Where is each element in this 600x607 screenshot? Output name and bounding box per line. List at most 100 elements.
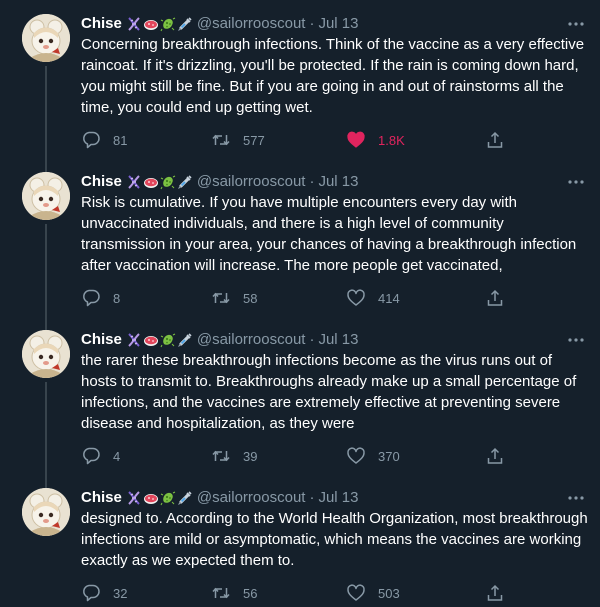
name-emojis <box>126 332 194 348</box>
petri-dish-icon <box>143 16 159 32</box>
tweet-date[interactable]: Jul 13 <box>318 172 358 192</box>
like-button[interactable]: 414 <box>346 288 400 308</box>
like-button[interactable]: 370 <box>346 446 400 466</box>
display-name[interactable]: Chise <box>81 330 122 350</box>
name-emojis <box>126 490 194 506</box>
thread-line <box>45 66 47 172</box>
more-button[interactable] <box>566 330 586 350</box>
retweet-icon <box>211 288 231 308</box>
retweet-button[interactable]: 39 <box>211 446 257 466</box>
thread-line <box>45 382 47 488</box>
syringe-icon <box>177 174 193 190</box>
retweet-count: 577 <box>243 132 265 148</box>
share-button[interactable] <box>485 288 517 308</box>
dna-icon <box>126 174 142 190</box>
reply-button[interactable]: 4 <box>81 446 120 466</box>
user-handle[interactable]: @sailorrooscout <box>197 14 306 34</box>
name-emojis <box>126 174 194 190</box>
tweet-date[interactable]: Jul 13 <box>318 14 358 34</box>
retweet-icon <box>211 583 231 603</box>
tweet-actions: 8 58 414 <box>81 288 511 308</box>
more-button[interactable] <box>566 172 586 192</box>
retweet-icon <box>211 130 231 150</box>
syringe-icon <box>177 490 193 506</box>
avatar[interactable] <box>22 14 70 62</box>
more-button[interactable] <box>566 14 586 34</box>
tweet-actions: 81 577 1.8K <box>81 130 511 150</box>
separator-dot: · <box>309 489 315 506</box>
share-button[interactable] <box>485 130 517 150</box>
retweet-count: 39 <box>243 448 258 464</box>
like-button[interactable]: 1.8K <box>346 130 405 150</box>
reply-count: 8 <box>113 290 121 306</box>
heart-icon <box>346 288 366 308</box>
dna-icon <box>126 332 142 348</box>
thread-line <box>45 224 47 330</box>
reply-button[interactable]: 8 <box>81 288 120 308</box>
dna-icon <box>126 16 142 32</box>
user-handle[interactable]: @sailorrooscout <box>197 330 306 350</box>
more-icon <box>566 488 586 508</box>
like-count: 1.8K <box>378 132 405 148</box>
tweet-header: Chise @sailorrooscout · Jul 13 <box>81 14 359 34</box>
heart-icon <box>346 130 366 150</box>
retweet-count: 56 <box>243 585 258 601</box>
reply-count: 81 <box>113 132 128 148</box>
microbe-icon <box>160 490 176 506</box>
tweet-header: Chise @sailorrooscout · Jul 13 <box>81 330 359 350</box>
more-icon <box>566 330 586 350</box>
heart-icon <box>346 446 366 466</box>
petri-dish-icon <box>143 174 159 190</box>
share-icon <box>485 288 505 308</box>
avatar[interactable] <box>22 488 70 536</box>
like-count: 414 <box>378 290 400 306</box>
tweet-text: Concerning breakthrough infections. Thin… <box>81 36 585 116</box>
reply-icon <box>81 288 101 308</box>
display-name[interactable]: Chise <box>81 488 122 508</box>
tweet-date[interactable]: Jul 13 <box>318 330 358 350</box>
separator-dot: · <box>309 15 315 32</box>
reply-icon <box>81 583 101 603</box>
tweet-text: the rarer these breakthrough infections … <box>81 352 577 432</box>
reply-button[interactable]: 81 <box>81 130 127 150</box>
share-button[interactable] <box>485 446 517 466</box>
retweet-icon <box>211 446 231 466</box>
retweet-button[interactable]: 58 <box>211 288 257 308</box>
heart-icon <box>346 583 366 603</box>
tweet-text: Risk is cumulative. If you have multiple… <box>81 194 577 274</box>
retweet-button[interactable]: 56 <box>211 583 257 603</box>
like-button[interactable]: 503 <box>346 583 400 603</box>
display-name[interactable]: Chise <box>81 14 122 34</box>
avatar[interactable] <box>22 172 70 220</box>
microbe-icon <box>160 16 176 32</box>
tweet-header: Chise @sailorrooscout · Jul 13 <box>81 172 359 192</box>
petri-dish-icon <box>143 490 159 506</box>
reply-icon <box>81 446 101 466</box>
reply-count: 32 <box>113 585 128 601</box>
share-icon <box>485 130 505 150</box>
name-emojis <box>126 16 194 32</box>
user-handle[interactable]: @sailorrooscout <box>197 488 306 508</box>
display-name[interactable]: Chise <box>81 172 122 192</box>
dna-icon <box>126 490 142 506</box>
avatar[interactable] <box>22 330 70 378</box>
microbe-icon <box>160 332 176 348</box>
user-handle[interactable]: @sailorrooscout <box>197 172 306 192</box>
reply-count: 4 <box>113 448 121 464</box>
retweet-count: 58 <box>243 290 258 306</box>
retweet-button[interactable]: 577 <box>211 130 265 150</box>
syringe-icon <box>177 332 193 348</box>
like-count: 503 <box>378 585 400 601</box>
share-button[interactable] <box>485 583 517 603</box>
more-icon <box>566 14 586 34</box>
reply-button[interactable]: 32 <box>81 583 127 603</box>
syringe-icon <box>177 16 193 32</box>
share-icon <box>485 583 505 603</box>
tweet-actions: 4 39 370 <box>81 446 511 466</box>
more-icon <box>566 172 586 192</box>
microbe-icon <box>160 174 176 190</box>
tweet-date[interactable]: Jul 13 <box>318 488 358 508</box>
more-button[interactable] <box>566 488 586 508</box>
like-count: 370 <box>378 448 400 464</box>
petri-dish-icon <box>143 332 159 348</box>
